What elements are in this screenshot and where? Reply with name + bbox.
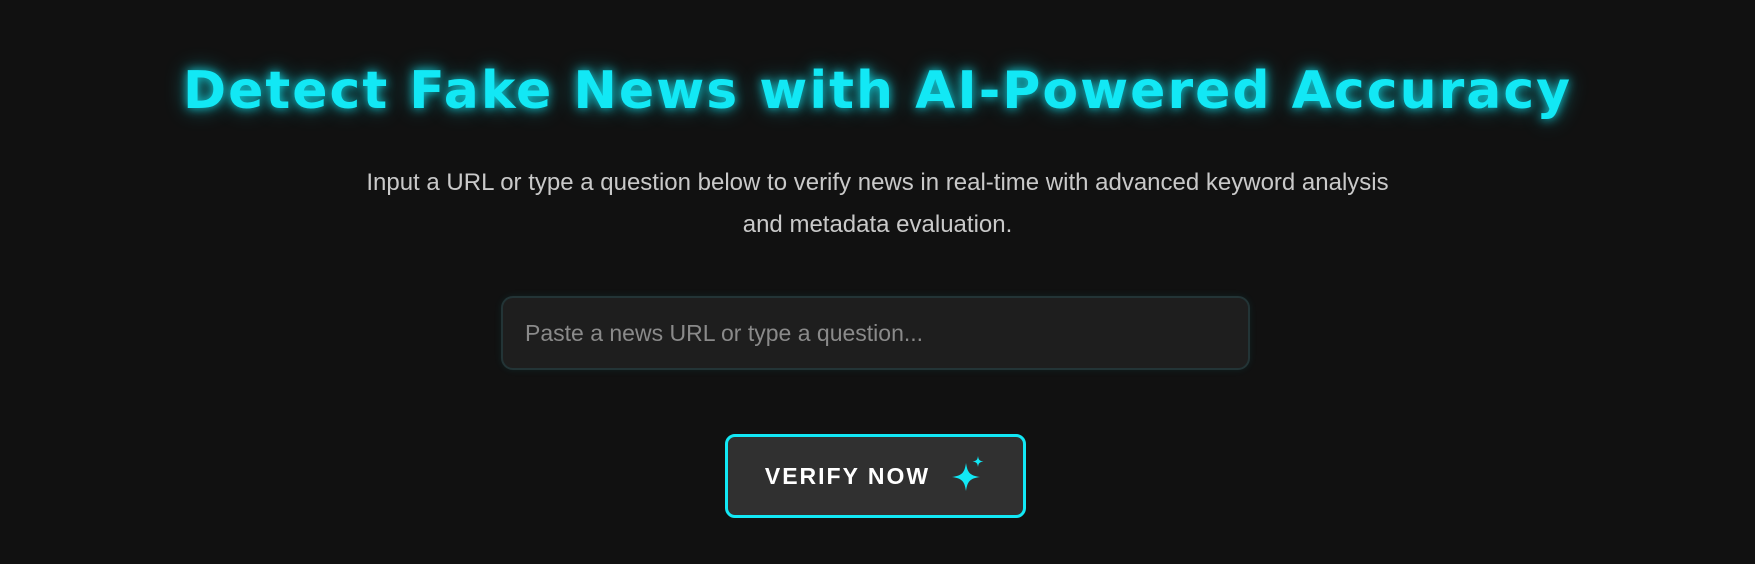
news-search-input[interactable] xyxy=(503,298,1248,368)
hero-section: Detect Fake News with AI-Powered Accurac… xyxy=(0,0,1755,564)
page-title: Detect Fake News with AI-Powered Accurac… xyxy=(182,61,1573,121)
verify-now-label: VERIFY NOW xyxy=(764,462,931,489)
verify-now-button[interactable]: VERIFY NOW xyxy=(725,434,1026,518)
page-subtitle: Input a URL or type a question below to … xyxy=(366,169,1389,238)
sparkle-icon xyxy=(952,455,986,493)
search-container xyxy=(501,296,1250,370)
